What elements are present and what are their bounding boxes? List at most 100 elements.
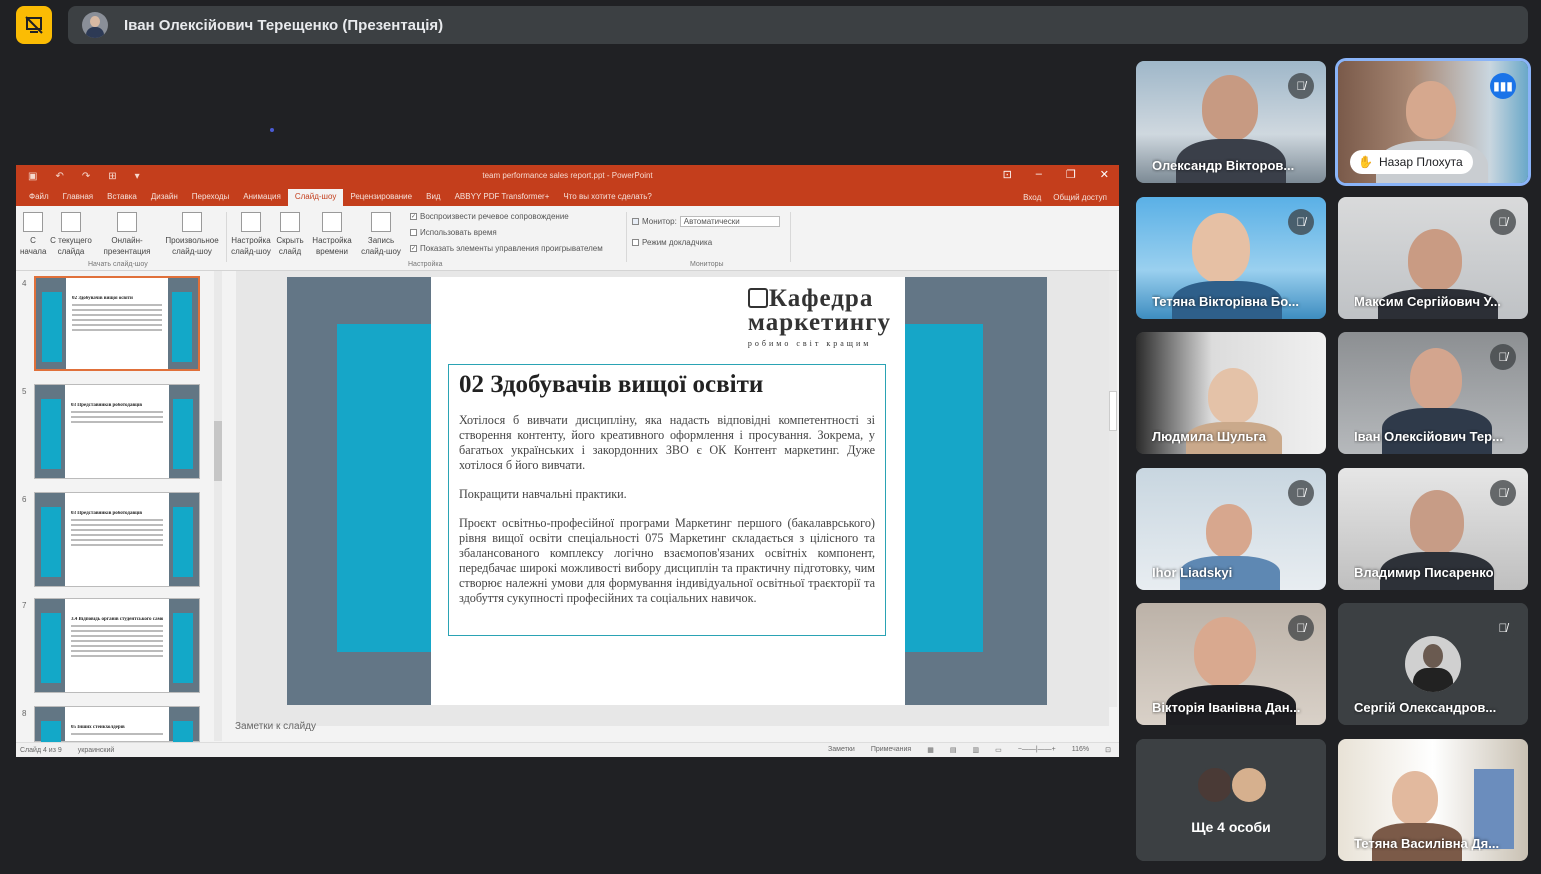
fit-window-icon[interactable]: ⊡ [1105,746,1111,754]
participant-name: Тетяна Вікторівна Бо... [1152,294,1299,309]
from-start-button[interactable]: С начала [20,212,46,257]
ppt-statusbar: Слайд 4 из 9 украинский Заметки Примечан… [16,742,1119,757]
avatar [1405,636,1461,692]
participant-tile[interactable]: Людмила Шульга [1136,332,1326,454]
monitor-select[interactable]: Автоматически [679,216,780,227]
online-presentation-button[interactable]: Онлайн-презентация [98,212,156,257]
custom-show-button[interactable]: Произвольное слайд-шоу [160,212,224,257]
participant-tile[interactable]: Тетяна Василівна Дя... [1338,739,1528,861]
participant-tile[interactable]: 🎙̸ Іван Олексійович Тер... [1338,332,1528,454]
record-show-button[interactable]: Запись слайд-шоу [356,212,406,257]
slide-thumbnails-pane[interactable]: 4 02 Здобувачів вищої освіти 5 03 Предст… [16,271,228,757]
tab-review[interactable]: Рецензирование [343,189,419,206]
thumb-number: 7 [22,601,27,610]
tab-insert[interactable]: Вставка [100,189,144,206]
from-current-button[interactable]: С текущего слайда [48,212,94,257]
participant-name: Владимир Писаренко [1354,565,1494,580]
restore-icon[interactable]: ❐ [1066,168,1076,181]
participant-tile[interactable]: 🎙̸ Сергій Олександров... [1338,603,1528,725]
hide-slide-button[interactable]: Скрыть слайд [274,212,306,257]
group-setup-label: Настройка [408,261,443,268]
participant-name: Назар Плохута [1378,155,1463,169]
participant-tile[interactable]: ▮▮▮ ✋ Назар Плохута [1338,61,1528,183]
editor-scrollbar[interactable] [1109,271,1117,707]
tab-design[interactable]: Дизайн [144,189,185,206]
rehearse-timings-button[interactable]: Настройка времени [310,212,354,257]
setup-show-button[interactable]: Настройка слайд-шоу [228,212,274,257]
close-icon[interactable]: ✕ [1100,168,1109,181]
share-button[interactable]: Общий доступ [1053,193,1107,202]
timings-checkbox[interactable]: Использовать время [410,228,497,237]
reading-view-icon[interactable]: ▥ [972,746,979,754]
tab-home[interactable]: Главная [56,189,100,206]
notes-button[interactable]: Заметки [828,746,855,754]
slide-thumbnail[interactable]: 03 Представників роботодавців [34,492,200,587]
slide-thumbnail[interactable]: 02 Здобувачів вищої освіти [34,276,200,371]
mic-off-icon: 🎙̸ [1288,73,1314,99]
record-icon [371,212,391,232]
notes-placeholder[interactable]: Заметки к слайду [235,721,316,732]
tab-transitions[interactable]: Переходы [185,189,237,206]
slide-thumbnail[interactable]: 05 Інших стейкхолдерів [34,706,200,757]
mic-off-icon: 🎙̸ [1288,209,1314,235]
controls-checkbox[interactable]: ✓ Показать элементы управления проигрыват… [410,244,603,253]
slide-counter: Слайд 4 из 9 [20,746,62,754]
slide-thumbnail[interactable]: 03 Представників роботодавців [34,384,200,479]
avatar [82,12,108,38]
language-status[interactable]: украинский [78,747,115,754]
tab-abbyy[interactable]: ABBYY PDF Transformer+ [448,189,557,206]
thumbnails-scrollbar[interactable] [214,271,222,741]
slideshow-icon [23,212,43,232]
thumb-number: 4 [22,279,27,288]
ribbon-tabs: Файл Главная Вставка Дизайн Переходы Ани… [16,187,1119,206]
presentation-icon[interactable] [16,6,52,44]
participant-tile[interactable]: 🎙̸ Олександр Вікторов... [1136,61,1326,183]
zoom-slider[interactable]: −——|——+ [1018,746,1056,754]
presenter-view-checkbox[interactable]: Режим докладчика [632,238,712,247]
slide-editor[interactable]: Кафедра маркетингу робимо світ кращим 02… [236,271,1109,726]
participant-tile[interactable]: 🎙̸ Тетяна Вікторівна Бо... [1136,197,1326,319]
sorter-view-icon[interactable]: ▤ [950,746,957,754]
signin-link[interactable]: Вход [1023,193,1041,202]
slide-text-frame[interactable]: 02 Здобувачів вищої освіти Хотілося б ви… [448,364,886,636]
tab-animations[interactable]: Анимация [236,189,288,206]
more-participants-label: Ще 4 особи [1191,819,1271,835]
tab-file[interactable]: Файл [22,189,56,206]
participant-tile[interactable]: 🎙̸ Ihor Liadskyi [1136,468,1326,590]
ribbon-display-icon[interactable]: ⊡ [1003,168,1012,181]
group-start-label: Начать слайд-шоу [88,261,148,268]
monitor-label: Монитор: Автоматически [632,216,780,227]
timer-icon [322,212,342,232]
participant-name: Вікторія Іванівна Дан... [1152,700,1301,715]
shared-powerpoint-window[interactable]: ▣ ↶ ↷ ⊞ ▾ team performance sales report.… [16,165,1119,757]
presenter-bar: Іван Олексійович Терещенко (Презентація) [68,6,1528,44]
current-slide[interactable]: Кафедра маркетингу робимо світ кращим 02… [287,277,1047,705]
ribbon-divider [626,212,627,262]
ribbon-divider [226,212,227,262]
thumb-number: 6 [22,495,27,504]
ppt-window-title: team performance sales report.ppt - Powe… [482,171,653,180]
minimize-icon[interactable]: – [1036,168,1042,181]
slide-paragraph: Хотілося б вивчати дисципліну, яка надас… [459,413,875,472]
scroll-thumb[interactable] [214,421,222,481]
slideshow-view-icon[interactable]: ▭ [995,746,1002,754]
comments-button[interactable]: Примечания [871,746,911,754]
participant-name: Іван Олексійович Тер... [1354,429,1503,444]
zoom-level[interactable]: 116% [1072,746,1089,754]
tell-me-search[interactable]: Что вы хотите сделать? [556,189,658,206]
participant-tile[interactable]: 🎙̸ Вікторія Іванівна Дан... [1136,603,1326,725]
narration-checkbox[interactable]: ✓ Воспроизвести речевое сопровождение [410,212,569,221]
participant-name-pill: ✋ Назар Плохута [1350,150,1473,174]
participant-tile[interactable]: 🎙̸ Владимир Писаренко [1338,468,1528,590]
hide-slide-icon [280,212,300,232]
more-participants-tile[interactable]: Ще 4 особи [1136,739,1326,861]
scroll-thumb[interactable] [1109,391,1117,431]
participant-tile[interactable]: 🎙̸ Максим Сергійович У... [1338,197,1528,319]
tab-view[interactable]: Вид [419,189,447,206]
avatar [1230,766,1268,804]
tab-slideshow[interactable]: Слайд-шоу [287,189,344,206]
slide-thumbnail[interactable]: 3.4 Відповідь органів студентського само… [34,598,200,693]
normal-view-icon[interactable]: ▦ [927,746,934,754]
ppt-titlebar: ▣ ↶ ↷ ⊞ ▾ team performance sales report.… [16,165,1119,187]
slide-paragraph: Покращити навчальні практики. [459,487,627,501]
